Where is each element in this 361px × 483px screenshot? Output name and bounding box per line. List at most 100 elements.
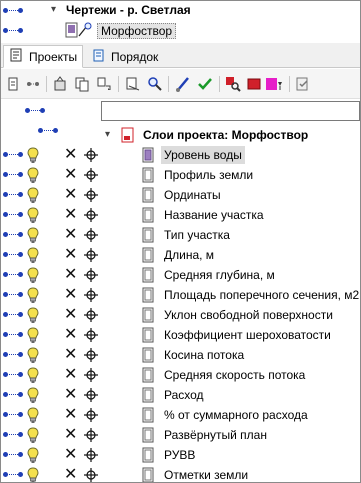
- snap-crosshair-icon[interactable]: [84, 448, 98, 465]
- link-icon[interactable]: [2, 150, 24, 160]
- lock-x-icon[interactable]: ✕: [64, 285, 77, 305]
- snap-crosshair-icon[interactable]: [84, 228, 98, 245]
- link-icon[interactable]: [2, 290, 24, 300]
- layer-row[interactable]: ✕ Площадь поперечного сечения, м2: [1, 285, 360, 305]
- layer-row[interactable]: ✕ Развёрнутый план: [1, 425, 360, 445]
- lock-x-icon[interactable]: ✕: [64, 445, 77, 465]
- layer-row[interactable]: ✕ Уровень воды: [1, 145, 360, 165]
- filter-input[interactable]: [101, 101, 360, 121]
- visibility-bulb-icon[interactable]: [27, 187, 39, 207]
- visibility-bulb-icon[interactable]: [27, 167, 39, 187]
- layer-row[interactable]: ✕ Ординаты: [1, 185, 360, 205]
- snap-crosshair-icon[interactable]: [84, 368, 98, 385]
- red-square-icon[interactable]: [245, 75, 263, 93]
- link-icon[interactable]: [2, 190, 24, 200]
- unlink-layer-icon[interactable]: [24, 75, 42, 93]
- snap-crosshair-icon[interactable]: [84, 468, 98, 482]
- layer-row[interactable]: ✕ Название участка: [1, 205, 360, 225]
- layer-row[interactable]: ✕ Отметки земли: [1, 465, 360, 482]
- snap-crosshair-icon[interactable]: [84, 148, 98, 165]
- visibility-bulb-icon[interactable]: [27, 227, 39, 247]
- visibility-bulb-icon[interactable]: [27, 367, 39, 387]
- visibility-bulb-icon[interactable]: [27, 287, 39, 307]
- snap-crosshair-icon[interactable]: [84, 288, 98, 305]
- project-row[interactable]: ▾ Слои проекта: Морфоствор: [1, 125, 360, 145]
- lock-x-icon[interactable]: ✕: [64, 385, 77, 405]
- lock-x-icon[interactable]: ✕: [64, 305, 77, 325]
- visibility-bulb-icon[interactable]: [27, 407, 39, 427]
- tab-projects[interactable]: Проекты: [3, 45, 83, 68]
- properties-icon[interactable]: [51, 75, 69, 93]
- snap-crosshair-icon[interactable]: [84, 248, 98, 265]
- link-icon[interactable]: [2, 450, 24, 460]
- cut-icon[interactable]: [124, 75, 142, 93]
- snap-crosshair-icon[interactable]: [84, 388, 98, 405]
- snap-crosshair-icon[interactable]: [84, 408, 98, 425]
- layer-row[interactable]: ✕ Тип участка: [1, 225, 360, 245]
- lock-x-icon[interactable]: ✕: [64, 265, 77, 285]
- snap-crosshair-icon[interactable]: [84, 428, 98, 445]
- snap-crosshair-icon[interactable]: [84, 308, 98, 325]
- lock-x-icon[interactable]: ✕: [64, 345, 77, 365]
- snap-crosshair-icon[interactable]: [84, 268, 98, 285]
- layer-row[interactable]: ✕ Средняя глубина, м: [1, 265, 360, 285]
- collapse-caret-icon[interactable]: ▾: [105, 129, 110, 140]
- lock-x-icon[interactable]: ✕: [64, 365, 77, 385]
- zoom-red-icon[interactable]: [224, 75, 242, 93]
- lock-x-icon[interactable]: ✕: [64, 465, 77, 482]
- lock-x-icon[interactable]: ✕: [64, 245, 77, 265]
- visibility-bulb-icon[interactable]: [27, 447, 39, 467]
- brush-icon[interactable]: [174, 75, 192, 93]
- visibility-bulb-icon[interactable]: [27, 327, 39, 347]
- find-icon[interactable]: [146, 75, 164, 93]
- layer-row[interactable]: ✕ Уклон свободной поверхности: [1, 305, 360, 325]
- link-icon[interactable]: [2, 470, 24, 480]
- snap-crosshair-icon[interactable]: [84, 188, 98, 205]
- lock-x-icon[interactable]: ✕: [64, 425, 77, 445]
- link-icon[interactable]: [2, 250, 24, 260]
- link-icon[interactable]: [2, 430, 24, 440]
- layer-row[interactable]: ✕ Расход: [1, 385, 360, 405]
- visibility-bulb-icon[interactable]: [27, 387, 39, 407]
- visibility-bulb-icon[interactable]: [27, 147, 39, 167]
- check-icon[interactable]: [196, 75, 214, 93]
- layer-row[interactable]: ✕ % от суммарного расхода: [1, 405, 360, 425]
- layer-row[interactable]: ✕ Коэффициент шероховатости: [1, 325, 360, 345]
- move-icon[interactable]: [95, 75, 113, 93]
- snap-crosshair-icon[interactable]: [84, 348, 98, 365]
- copy-icon[interactable]: [73, 75, 91, 93]
- lock-x-icon[interactable]: ✕: [64, 185, 77, 205]
- layer-row[interactable]: ✕ Длина, м: [1, 245, 360, 265]
- collapse-caret-icon[interactable]: ▾: [51, 4, 56, 15]
- snap-crosshair-icon[interactable]: [84, 208, 98, 225]
- lock-x-icon[interactable]: ✕: [64, 145, 77, 165]
- link-layer-icon[interactable]: [4, 75, 22, 93]
- link-icon[interactable]: [2, 210, 24, 220]
- lock-x-icon[interactable]: ✕: [64, 405, 77, 425]
- lock-x-icon[interactable]: ✕: [64, 205, 77, 225]
- visibility-bulb-icon[interactable]: [27, 207, 39, 227]
- settings-icon[interactable]: [294, 75, 312, 93]
- snap-crosshair-icon[interactable]: [84, 168, 98, 185]
- link-icon[interactable]: [2, 270, 24, 280]
- link-icon[interactable]: [2, 370, 24, 380]
- lock-x-icon[interactable]: ✕: [64, 325, 77, 345]
- lock-x-icon[interactable]: ✕: [64, 165, 77, 185]
- link-icon[interactable]: [2, 310, 24, 320]
- link-icon[interactable]: [2, 410, 24, 420]
- tab-order[interactable]: Порядок: [86, 45, 176, 68]
- snap-crosshair-icon[interactable]: [84, 328, 98, 345]
- layer-row[interactable]: ✕ РУВВ: [1, 445, 360, 465]
- visibility-bulb-icon[interactable]: [27, 467, 39, 482]
- visibility-bulb-icon[interactable]: [27, 347, 39, 367]
- color-icon[interactable]: [265, 75, 283, 93]
- link-icon[interactable]: [2, 390, 24, 400]
- visibility-bulb-icon[interactable]: [27, 267, 39, 287]
- link-icon[interactable]: [2, 230, 24, 240]
- lock-x-icon[interactable]: ✕: [64, 225, 77, 245]
- link-icon[interactable]: [2, 170, 24, 180]
- layer-row[interactable]: ✕ Косина потока: [1, 345, 360, 365]
- visibility-bulb-icon[interactable]: [27, 247, 39, 267]
- layer-row[interactable]: ✕ Средняя скорость потока: [1, 365, 360, 385]
- visibility-bulb-icon[interactable]: [27, 427, 39, 447]
